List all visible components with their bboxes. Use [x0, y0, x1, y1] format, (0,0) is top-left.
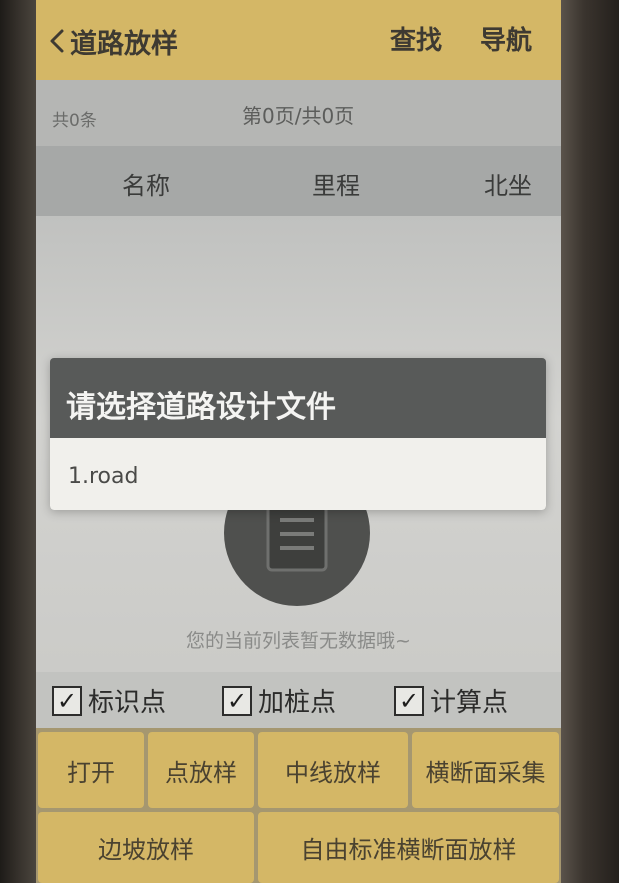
page-title: 道路放样 — [70, 29, 178, 60]
select-file-dialog: 请选择道路设计文件 1.road — [50, 358, 546, 510]
top-app-bar: 道路放样 查找 导航 — [36, 0, 561, 80]
record-count: 共0条 — [52, 111, 97, 131]
empty-state-message: 您的当前列表暂无数据哦~ — [186, 630, 411, 652]
search-button[interactable]: 查找 — [390, 20, 442, 57]
file-option-item[interactable]: 1.road — [50, 438, 546, 510]
column-header-name: 名称 — [122, 172, 170, 200]
app-screen: 道路放样 查找 导航 共0条 第0页/共0页 名称 里程 北坐 您的当前列表暂无… — [36, 0, 561, 883]
page-indicator: 第0页/共0页 — [242, 104, 355, 128]
column-header-northing: 北坐 — [484, 172, 532, 200]
free-standard-cross-section-button[interactable]: 自由标准横断面放样 — [258, 812, 559, 883]
cross-section-collect-button[interactable]: 横断面采集 — [412, 732, 559, 808]
pagination-bar: 共0条 第0页/共0页 — [36, 80, 561, 146]
checkbox-label: 计算点 — [430, 688, 509, 718]
device-bezel-right — [561, 0, 619, 883]
checkbox-label: 标识点 — [88, 688, 167, 718]
open-button[interactable]: 打开 — [38, 732, 144, 808]
checkmark-icon: ✓ — [394, 685, 424, 716]
checkbox-label: 加桩点 — [258, 688, 337, 718]
navigate-button[interactable]: 导航 — [480, 20, 532, 57]
action-button-panel: 打开 点放样 中线放样 横断面采集 边坡放样 自由标准横断面放样 — [36, 728, 561, 883]
checkbox-added-stake[interactable]: ✓ 加桩点 — [222, 682, 336, 719]
point-stakeout-button[interactable]: 点放样 — [148, 732, 254, 808]
centerline-stakeout-button[interactable]: 中线放样 — [258, 732, 408, 808]
table-header: 名称 里程 北坐 — [36, 146, 561, 216]
checkbox-marker-point[interactable]: ✓ 标识点 — [52, 682, 166, 719]
checkbox-computed-point[interactable]: ✓ 计算点 — [394, 682, 508, 719]
device-bezel-left — [0, 0, 36, 883]
dialog-title: 请选择道路设计文件 — [66, 390, 336, 425]
checkmark-icon: ✓ — [52, 685, 82, 716]
column-header-mileage: 里程 — [312, 172, 360, 200]
filter-checkbox-row: ✓ 标识点 ✓ 加桩点 ✓ 计算点 — [36, 672, 561, 728]
file-option-label: 1.road — [68, 464, 139, 489]
chevron-left-icon[interactable] — [46, 28, 68, 54]
slope-stakeout-button[interactable]: 边坡放样 — [38, 812, 254, 883]
checkmark-icon: ✓ — [222, 685, 252, 716]
